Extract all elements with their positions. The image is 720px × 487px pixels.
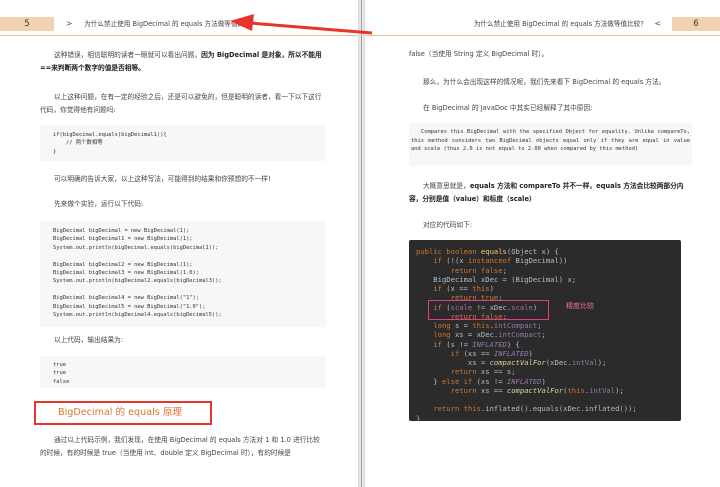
- right-paragraph-1: false（当使用 String 定义 BigDecimal 时）。: [409, 50, 549, 58]
- right-paragraph-5: 对应的代码如下:: [423, 221, 473, 229]
- right-paragraph-2: 那么，为什么会出现这样的情况呢，我们先来看下 BigDecimal 的 equa…: [423, 78, 666, 86]
- left-header-rule: [0, 35, 358, 36]
- scale-compare-highlight: [428, 300, 549, 320]
- code-line: if (x == this): [433, 284, 494, 293]
- code-line: BigDecimal xDec = (BigDecimal) x;: [416, 274, 577, 284]
- code-line: return false;: [450, 265, 507, 275]
- code-line: long xs = xDec.intCompact;: [433, 330, 546, 340]
- code-block-3-bg: [40, 356, 326, 388]
- right-header-rule: [365, 35, 720, 36]
- left-paragraph-5: 以上代码，输出结果为:: [54, 336, 124, 344]
- gutter-line: [361, 0, 362, 487]
- right-header: 为什么禁止使用 BigDecimal 的 equals 方法做等值比较? < 6: [474, 17, 720, 31]
- code-line: xs = compactValFor(xDec.intVal);: [416, 358, 607, 367]
- section-heading: BigDecimal 的 equals 原理: [58, 407, 183, 418]
- page-arrow-icon: >: [65, 19, 73, 28]
- page-arrow-icon: <: [654, 19, 662, 28]
- left-paragraph-2: 以上这种问题，在有一定的经验之后，还是可以避免的，但是聪明的读者，看一下以下这行…: [40, 93, 322, 114]
- left-paragraph-3: 可以明确的告诉大家，以上这种写法，可能得到的结果和你预想的不一样!: [54, 175, 271, 183]
- left-page-number: 5: [0, 17, 54, 31]
- code-line: }: [416, 413, 421, 422]
- javadoc-quote: Compares this BigDecimal with the specif…: [411, 129, 690, 153]
- right-paragraph-3: 在 BigDecimal 的 JavaDoc 中其实已经解释了其中原因:: [423, 104, 593, 112]
- right-paragraph-4: 大概意思就是，equals 方法和 compareTo 并不一样，equals …: [409, 182, 684, 203]
- code-line: return xs == s;: [450, 367, 516, 377]
- code-line: long s = this.intCompact;: [433, 321, 542, 330]
- code-line: if (s != INFLATED) {: [433, 339, 520, 349]
- precision-annotation: 精度比较: [566, 302, 594, 310]
- code-line: } else if (xs != INFLATED): [416, 376, 546, 386]
- right-page-number: 6: [672, 17, 720, 31]
- left-paragraph-6: 通过以上代码示例，我们发现，在使用 BigDecimal 的 equals 方法…: [40, 436, 320, 457]
- red-arrow-icon: [230, 14, 373, 35]
- left-paragraph-4: 先来做个实验，运行以下代码:: [54, 200, 144, 208]
- code-line: if (!(x instanceof BigDecimal)): [433, 256, 568, 266]
- left-header: 5 > 为什么禁止使用 BigDecimal 的 equals 方法做等值比较?: [0, 17, 254, 31]
- equals-source-code-image: public boolean equals(Object x) { if (!(…: [409, 240, 681, 421]
- code-line: public boolean equals(Object x) {: [416, 247, 559, 256]
- right-header-title: 为什么禁止使用 BigDecimal 的 equals 方法做等值比较?: [473, 20, 644, 28]
- code-block-2: BigDecimal bigDecimal = new BigDecimal(1…: [53, 228, 222, 319]
- code-block-3: true true false: [53, 362, 70, 385]
- code-line: if (xs == INFLATED): [450, 348, 533, 358]
- code-block-1: if(bigDecimal.equals(bigDecimal1)){ // 两…: [53, 132, 167, 155]
- code-line: return xs == compactValFor(this.intVal);: [450, 385, 624, 395]
- left-paragraph-1: 这种错误，相信聪明的读者一眼就可以看出问题，因为 BigDecimal 是对象，…: [40, 51, 322, 72]
- code-line: return this.inflated().equals(xDec.infla…: [433, 404, 637, 414]
